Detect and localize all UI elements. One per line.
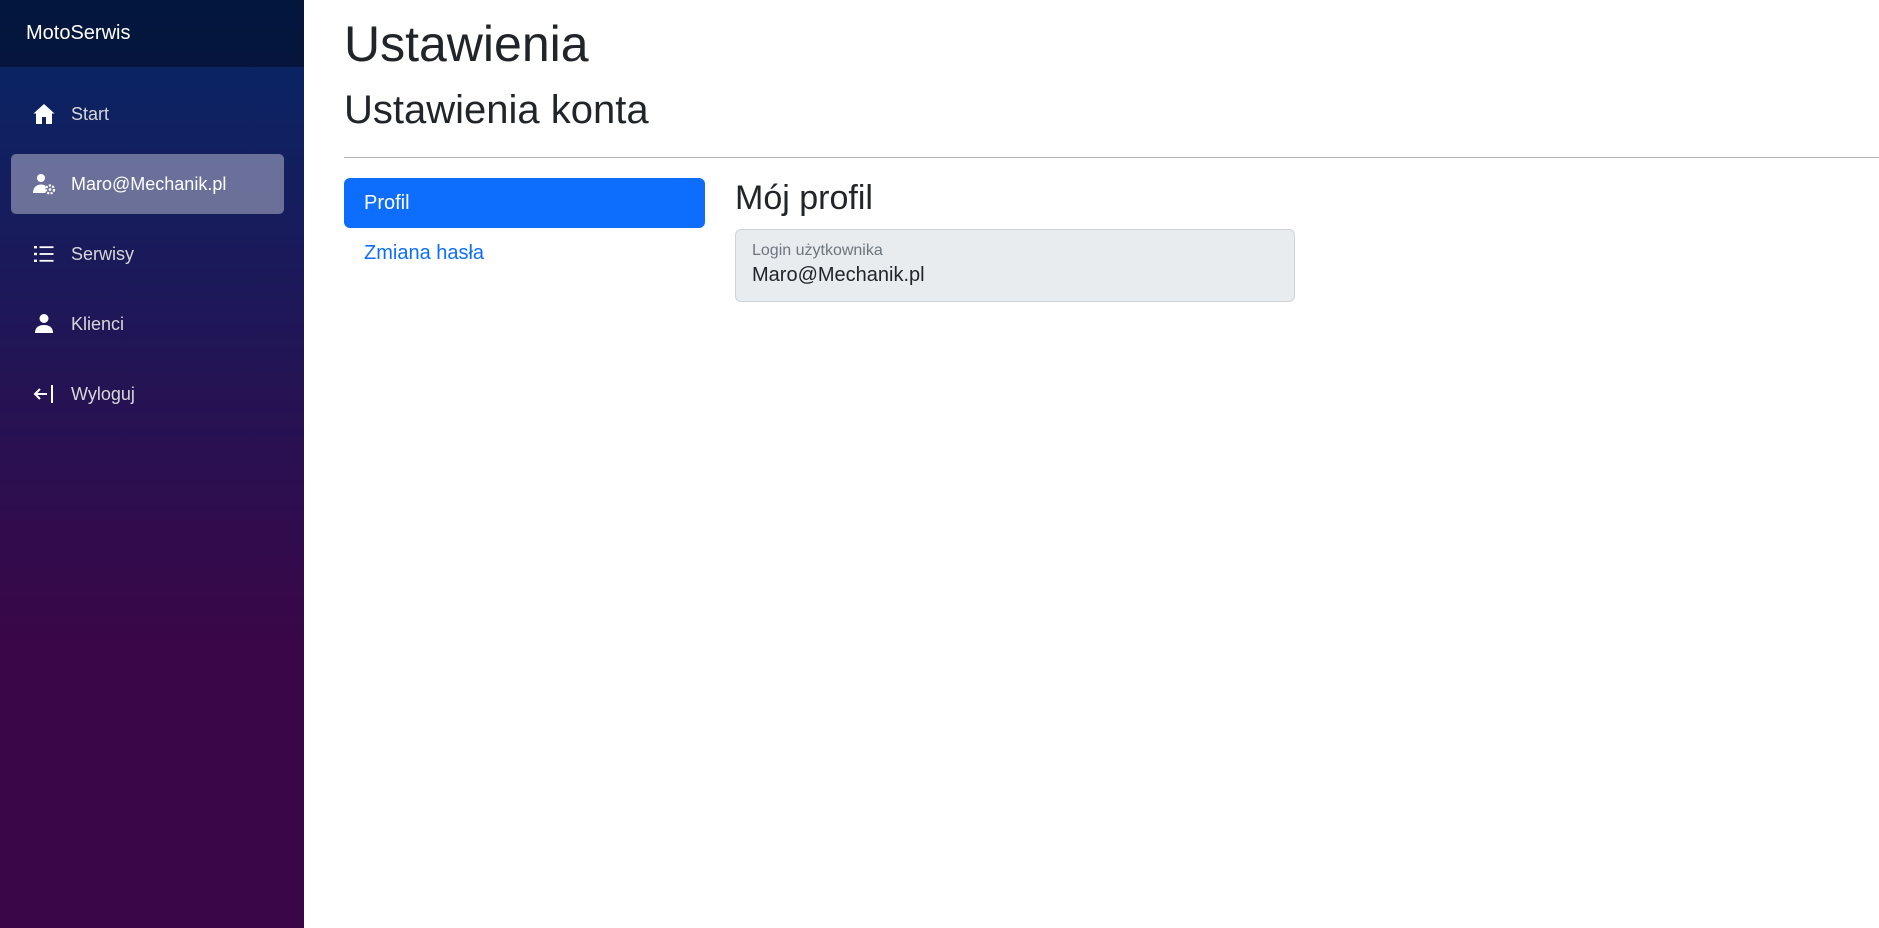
tab-zmiana-hasla[interactable]: Zmiana hasła	[344, 228, 705, 278]
settings-subnav: Profil Zmiana hasła	[344, 178, 705, 278]
sidebar-item-label: Wyloguj	[71, 383, 135, 404]
login-value: Maro@Mechanik.pl	[752, 264, 925, 287]
sidebar-item-serwisy[interactable]: Serwisy	[11, 224, 284, 284]
logout-icon	[32, 382, 56, 406]
sidebar-item-label: Klienci	[71, 313, 125, 334]
brand-bar: MotoSerwis	[0, 0, 304, 67]
sidebar-item-wyloguj[interactable]: Wyloguj	[11, 364, 284, 424]
sidebar: MotoSerwis Start Maro@Mechanik.pl Serwis…	[0, 0, 304, 928]
sidebar-item-account[interactable]: Maro@Mechanik.pl	[11, 154, 284, 214]
user-gear-icon	[32, 172, 56, 196]
main-content: Ustawienia Ustawienia konta Profil Zmian…	[344, 0, 1879, 928]
sidebar-nav: Start Maro@Mechanik.pl Serwisy Klienci W…	[0, 67, 304, 424]
person-icon	[32, 312, 56, 336]
list-icon	[32, 242, 56, 266]
login-field[interactable]: Login użytkownika Maro@Mechanik.pl	[735, 228, 1295, 302]
page-title: Ustawienia	[344, 16, 589, 72]
section-title: Ustawienia konta	[344, 88, 649, 132]
profile-heading: Mój profil	[735, 179, 873, 217]
sidebar-item-label: Maro@Mechanik.pl	[71, 173, 227, 194]
profile-panel: Mój profil Login użytkownika Maro@Mechan…	[735, 178, 1295, 302]
sidebar-item-label: Start	[71, 103, 110, 124]
sidebar-item-klienci[interactable]: Klienci	[11, 294, 284, 354]
sidebar-item-start[interactable]: Start	[11, 84, 284, 144]
tab-profil[interactable]: Profil	[344, 178, 705, 228]
divider	[344, 157, 1879, 158]
home-icon	[32, 102, 56, 126]
brand-link[interactable]: MotoSerwis	[26, 22, 130, 45]
sidebar-item-label: Serwisy	[71, 243, 135, 264]
app-root: MotoSerwis Start Maro@Mechanik.pl Serwis…	[0, 0, 1879, 928]
login-label: Login użytkownika	[752, 241, 883, 259]
